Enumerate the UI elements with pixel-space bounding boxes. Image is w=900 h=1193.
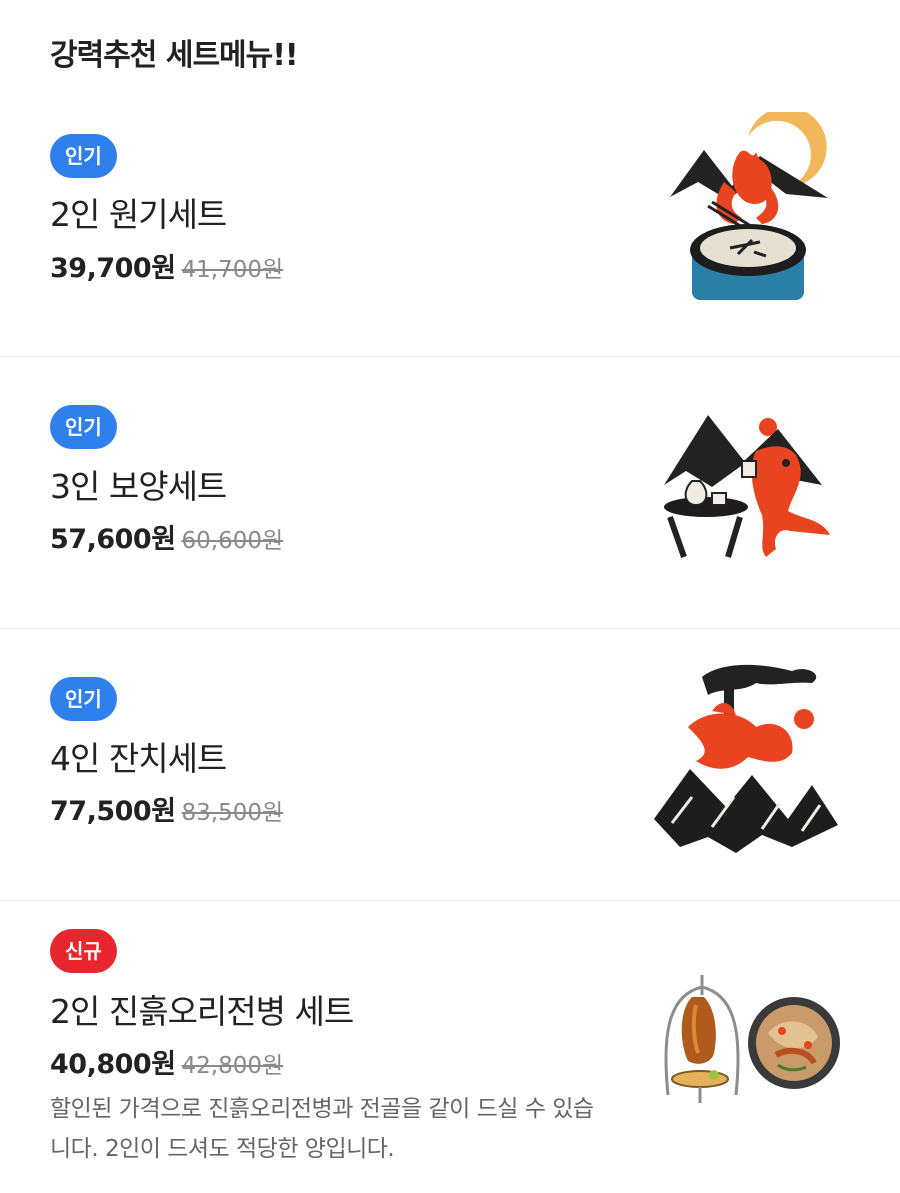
new-badge: 신규	[50, 929, 117, 973]
set-menu-item[interactable]: 인기 3인 보양세트 57,600원 60,600원	[0, 357, 900, 628]
menu-item-name: 3인 보양세트	[50, 467, 227, 506]
menu-item-image	[654, 664, 838, 853]
set-menu-item[interactable]: 신규 2인 진흙오리전병 세트 40,800원 42,800원 할인된 가격으로 …	[0, 901, 900, 1193]
set-menu-item[interactable]: 인기 2인 원기세트 39,700원 41,700원	[0, 0, 900, 356]
popular-badge: 인기	[50, 134, 117, 178]
menu-item-image	[670, 112, 828, 300]
menu-item-image	[664, 415, 830, 558]
original-price: 83,500원	[181, 800, 284, 826]
popular-badge: 인기	[50, 405, 117, 449]
sale-price: 57,600원	[50, 524, 176, 555]
price-row: 77,500원 83,500원	[50, 789, 283, 828]
price-row: 39,700원 41,700원	[50, 246, 283, 285]
set-menu-item[interactable]: 인기 4인 잔치세트 77,500원 83,500원	[0, 629, 900, 900]
sale-price: 39,700원	[50, 253, 176, 284]
menu-item-name: 4인 잔치세트	[50, 739, 227, 778]
original-price: 60,600원	[181, 528, 284, 554]
sale-price: 77,500원	[50, 796, 176, 827]
price-row: 57,600원 60,600원	[50, 517, 283, 556]
menu-item-image	[664, 975, 840, 1103]
original-price: 42,800원	[181, 1053, 284, 1079]
original-price: 41,700원	[181, 257, 284, 283]
menu-item-name: 2인 원기세트	[50, 195, 227, 234]
price-row: 40,800원 42,800원	[50, 1042, 283, 1081]
sale-price: 40,800원	[50, 1049, 176, 1080]
popular-badge: 인기	[50, 677, 117, 721]
menu-item-name: 2인 진흙오리전병 세트	[50, 992, 354, 1031]
menu-item-description: 할인된 가격으로 진흙오리전병과 전골을 같이 드실 수 있습니다. 2인이 드…	[50, 1096, 594, 1162]
